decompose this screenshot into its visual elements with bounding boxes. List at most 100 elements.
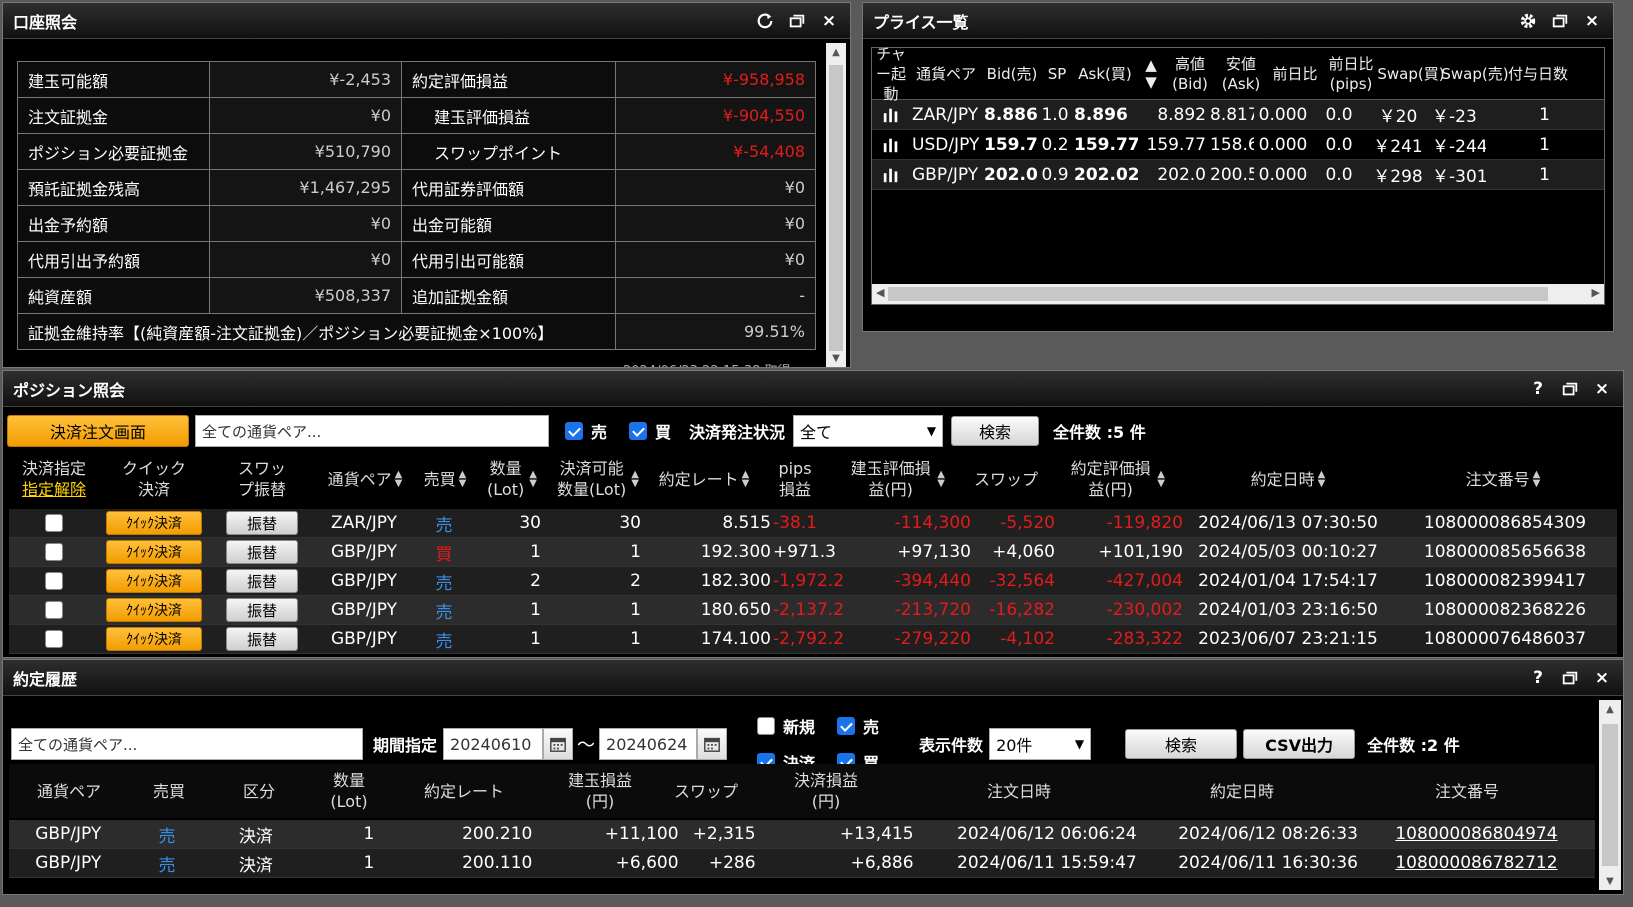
- swap-transfer-button[interactable]: 振替: [226, 540, 298, 564]
- swap-transfer-cell: 振替: [209, 598, 315, 622]
- col-rate[interactable]: 約定レート ▲ ▼: [647, 469, 761, 490]
- history-search-button[interactable]: 検索: [1125, 729, 1238, 759]
- col-pair-label: 通貨ペア: [327, 469, 392, 489]
- swap-transfer-button[interactable]: 振替: [226, 511, 298, 535]
- position-row[interactable]: ｸｲｯｸ決済 振替 GBP/JPY 売 2 2 182.300 -1,972.2 -394,44…: [9, 567, 1617, 596]
- sort-icon: ▲ ▼: [394, 469, 403, 489]
- price-row[interactable]: GBP/JPY 202.0 0.9 202.02 202.0 200.5 0.000 0.0 ￥…: [872, 160, 1604, 190]
- help-icon[interactable]: ?: [1527, 667, 1549, 689]
- position-row[interactable]: ｸｲｯｸ決済 振替 GBP/JPY 売 1 1 174.100 -2,792.2 -279,22…: [9, 625, 1617, 654]
- col-quick-settle: クイック決済: [121, 459, 186, 499]
- price-low: 200.5: [1210, 164, 1254, 185]
- swap-transfer-button[interactable]: 振替: [226, 569, 298, 593]
- position-row[interactable]: ｸｲｯｸ決済 振替 GBP/JPY 売 1 1 180.650 -2,137.2 -213,72…: [9, 596, 1617, 625]
- col-eval[interactable]: 約定評価損益(円) ▲ ▼: [1049, 458, 1183, 500]
- scroll-down-arrow-icon[interactable]: ▼: [1599, 872, 1621, 890]
- price-ask: 159.77: [1074, 134, 1138, 155]
- scroll-up-arrow-icon[interactable]: ▲: [1599, 700, 1621, 718]
- position-pips: -38.1: [773, 513, 817, 533]
- quick-settle-button[interactable]: ｸｲｯｸ決済: [106, 598, 202, 622]
- col-settle-qty[interactable]: 決済可能数量(Lot) ▲ ▼: [547, 458, 647, 500]
- positions-buy-checkbox[interactable]: [629, 422, 648, 440]
- csv-export-button[interactable]: CSV出力: [1243, 729, 1356, 759]
- close-icon[interactable]: ×: [818, 10, 840, 32]
- new-checkbox[interactable]: [757, 717, 776, 735]
- col-date[interactable]: 約定日時 ▲ ▼: [1183, 469, 1393, 490]
- chart-launch-icon[interactable]: [872, 166, 910, 184]
- scroll-down-arrow-icon[interactable]: ▼: [826, 349, 846, 367]
- restore-window-icon[interactable]: [1549, 10, 1571, 32]
- help-icon[interactable]: ?: [1527, 378, 1549, 400]
- settle-status-select[interactable]: 全て ▼: [793, 415, 944, 447]
- swap-transfer-button[interactable]: 振替: [226, 627, 298, 651]
- account-scrollbar-thumb[interactable]: [829, 65, 843, 351]
- date-to-input[interactable]: 20240624: [599, 728, 698, 760]
- col-pair[interactable]: 通貨ペア ▲ ▼: [315, 469, 415, 490]
- col-high: 高値(Bid): [1172, 54, 1208, 93]
- col-order-no[interactable]: 注文番号 ▲ ▼: [1393, 469, 1613, 490]
- history-order-no-link[interactable]: 108000086804974: [1358, 824, 1595, 844]
- quick-settle-button[interactable]: ｸｲｯｸ決済: [106, 569, 202, 593]
- chart-launch-icon[interactable]: [872, 136, 910, 154]
- sort-arrows-icon[interactable]: ▲ ▼: [1138, 48, 1164, 99]
- gear-icon[interactable]: [1517, 10, 1539, 32]
- history-sell-checkbox[interactable]: [837, 717, 856, 735]
- calendar-icon[interactable]: [697, 728, 728, 760]
- position-settle-qty: 2: [630, 571, 641, 591]
- history-pair-filter-input[interactable]: 全ての通貨ペア...: [11, 728, 363, 760]
- settle-select-checkbox[interactable]: [45, 572, 63, 590]
- price-horizontal-scrollbar[interactable]: ◀ ▶: [872, 284, 1604, 304]
- position-unrealized: +97,130: [897, 542, 971, 562]
- col-swap-transfer: スワップ振替: [237, 459, 286, 499]
- col-qty[interactable]: 数量(Lot) ▲ ▼: [475, 458, 547, 500]
- scroll-left-arrow-icon[interactable]: ◀: [876, 286, 884, 299]
- positions-search-button[interactable]: 検索: [951, 416, 1040, 446]
- position-row[interactable]: ｸｲｯｸ決済 振替 ZAR/JPY 売 30 30 8.515 -38.1 -114,300 -5…: [9, 509, 1617, 538]
- unselect-all-link[interactable]: 指定解除: [22, 479, 86, 500]
- history-scrollbar-thumb[interactable]: [1602, 724, 1618, 866]
- close-icon[interactable]: ×: [1591, 378, 1613, 400]
- col-unrealized[interactable]: 建玉評価損益(円) ▲ ▼: [829, 458, 963, 500]
- close-icon[interactable]: ×: [1591, 667, 1613, 689]
- history-scrollbar[interactable]: ▲ ▼: [1599, 700, 1621, 890]
- settle-select-checkbox[interactable]: [45, 543, 63, 561]
- restore-window-icon[interactable]: [786, 10, 808, 32]
- price-row[interactable]: USD/JPY159.770.2159.77159.77158.60.0000.…: [872, 130, 1604, 160]
- date-from-input[interactable]: 20240610: [443, 728, 544, 760]
- scroll-up-arrow-icon[interactable]: ▲: [826, 43, 846, 61]
- account-row: 注文証拠金 ¥0 建玉評価損益 ¥-904,550: [17, 97, 816, 134]
- history-row[interactable]: GBP/JPY 売 決済 1 200.210 +11,100 +2,315 +13,415 20…: [9, 820, 1595, 849]
- restore-window-icon[interactable]: [1559, 667, 1581, 689]
- col-side[interactable]: 売買 ▲ ▼: [415, 469, 475, 490]
- history-row[interactable]: GBP/JPY 売 決済 1 200.110 +6,600 +286 +6,886 2024/0…: [9, 849, 1595, 878]
- positions-sell-checkbox[interactable]: [565, 422, 583, 440]
- settle-select-checkbox[interactable]: [45, 601, 63, 619]
- quick-settle-button[interactable]: ｸｲｯｸ決済: [106, 511, 202, 535]
- calendar-icon[interactable]: [543, 728, 574, 760]
- price-change-pips: 0.0: [1325, 134, 1353, 155]
- display-count-select[interactable]: 20件 ▼: [989, 728, 1092, 760]
- chart-launch-icon[interactable]: [872, 106, 910, 124]
- swap-transfer-button[interactable]: 振替: [226, 598, 298, 622]
- position-row[interactable]: ｸｲｯｸ決済 振替 GBP/JPY 買 1 1 192.300 +971.3 +97,130 +4…: [9, 538, 1617, 567]
- quick-settle-button[interactable]: ｸｲｯｸ決済: [106, 540, 202, 564]
- refresh-icon[interactable]: [754, 10, 776, 32]
- settle-select-checkbox[interactable]: [45, 514, 63, 532]
- close-icon[interactable]: ×: [1581, 10, 1603, 32]
- scroll-right-arrow-icon[interactable]: ▶: [1592, 286, 1600, 299]
- positions-pair-filter-input[interactable]: 全ての通貨ペア...: [195, 415, 549, 447]
- position-settle-qty: 30: [619, 513, 641, 533]
- account-scrollbar[interactable]: ▲ ▼: [826, 43, 846, 367]
- price-row[interactable]: ZAR/JPY 8.886 1.0 8.896 8.892 8.817 0.000 0.0 ￥2…: [872, 100, 1604, 130]
- position-order-no: 108000082368226: [1423, 600, 1587, 620]
- col-pips: pips損益: [778, 459, 812, 499]
- history-order-no-link[interactable]: 108000086782712: [1358, 853, 1595, 873]
- display-count-label: 表示件数: [919, 736, 984, 755]
- position-rate: 8.515: [722, 513, 771, 533]
- quick-settle-button[interactable]: ｸｲｯｸ決済: [106, 627, 202, 651]
- close-order-screen-button[interactable]: 決済注文画面: [7, 415, 189, 447]
- account-label: 建玉可能額: [17, 61, 210, 98]
- settle-select-checkbox[interactable]: [45, 630, 63, 648]
- restore-window-icon[interactable]: [1559, 378, 1581, 400]
- price-scrollbar-thumb[interactable]: [888, 287, 1548, 301]
